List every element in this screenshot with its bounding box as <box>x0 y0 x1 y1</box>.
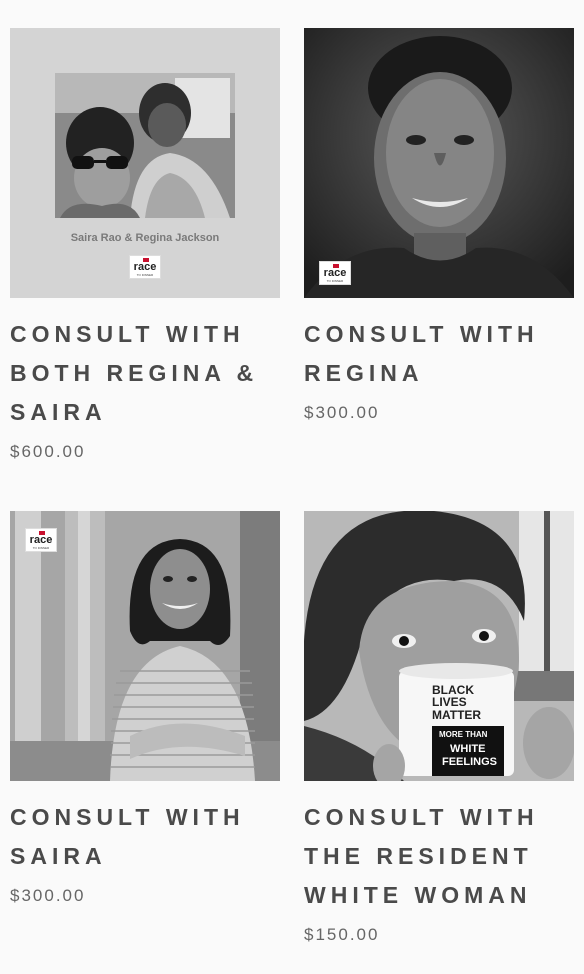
product-title[interactable]: Consult with both Regina & Saira <box>10 315 258 432</box>
logo-text: race <box>29 534 53 546</box>
photo-regina <box>304 28 574 298</box>
product-title[interactable]: Consult with Regina <box>304 315 539 393</box>
product-image-saira[interactable]: race TO DINNER <box>10 511 280 781</box>
race-to-dinner-logo: race TO DINNER <box>25 528 57 552</box>
race-to-dinner-logo: race TO DINNER <box>319 261 351 285</box>
product-image-regina-and-saira[interactable]: Saira Rao & Regina Jackson race TO DINNE… <box>10 28 280 298</box>
title-line-2[interactable]: both Regina & <box>10 360 258 386</box>
product-price: $300.00 <box>10 886 86 905</box>
title-line-2[interactable]: the resident <box>304 843 533 869</box>
title-line-3[interactable]: white woman <box>304 882 531 908</box>
product-card-resident-white-woman[interactable]: BLACK LIVES MATTER MORE THAN WHITE FEELI… <box>304 511 574 951</box>
photo-caption: Saira Rao & Regina Jackson <box>70 232 220 244</box>
product-price: $150.00 <box>304 925 380 944</box>
logo-subtext: TO DINNER <box>326 279 344 283</box>
logo-subtext: TO DINNER <box>32 546 50 550</box>
product-price: $300.00 <box>304 403 380 422</box>
mug-text-matter: MATTER <box>432 708 482 722</box>
logo-text: race <box>323 267 347 279</box>
mug-text-white: WHITE <box>450 743 486 755</box>
product-card-regina-and-saira[interactable]: Saira Rao & Regina Jackson race TO DINNE… <box>10 28 280 468</box>
race-to-dinner-logo: race TO DINNER <box>129 255 161 279</box>
title-line-1[interactable]: Consult with <box>10 804 245 830</box>
mug-text-lives: LIVES <box>432 695 467 709</box>
product-card-saira[interactable]: race TO DINNER Consult with Saira $300.0… <box>10 511 280 911</box>
title-line-2[interactable]: Saira <box>10 843 107 869</box>
product-card-regina[interactable]: race TO DINNER Consult with Regina $300.… <box>304 28 574 428</box>
logo-subtext: TO DINNER <box>136 273 154 277</box>
title-line-1[interactable]: Consult with <box>10 321 245 347</box>
logo-text: race <box>133 261 157 273</box>
product-title[interactable]: Consult with Saira <box>10 798 245 876</box>
title-line-3[interactable]: Saira <box>10 399 107 425</box>
product-title[interactable]: Consult with the resident white woman <box>304 798 539 915</box>
product-image-resident-white-woman[interactable]: BLACK LIVES MATTER MORE THAN WHITE FEELI… <box>304 511 574 781</box>
title-line-2[interactable]: Regina <box>304 360 423 386</box>
mug-text-more-than: MORE THAN <box>439 730 488 739</box>
title-line-1[interactable]: Consult with <box>304 321 539 347</box>
title-line-1[interactable]: Consult with <box>304 804 539 830</box>
mug-text-feelings: FEELINGS <box>442 756 498 768</box>
product-price: $600.00 <box>10 442 86 461</box>
product-image-regina[interactable]: race TO DINNER <box>304 28 574 298</box>
